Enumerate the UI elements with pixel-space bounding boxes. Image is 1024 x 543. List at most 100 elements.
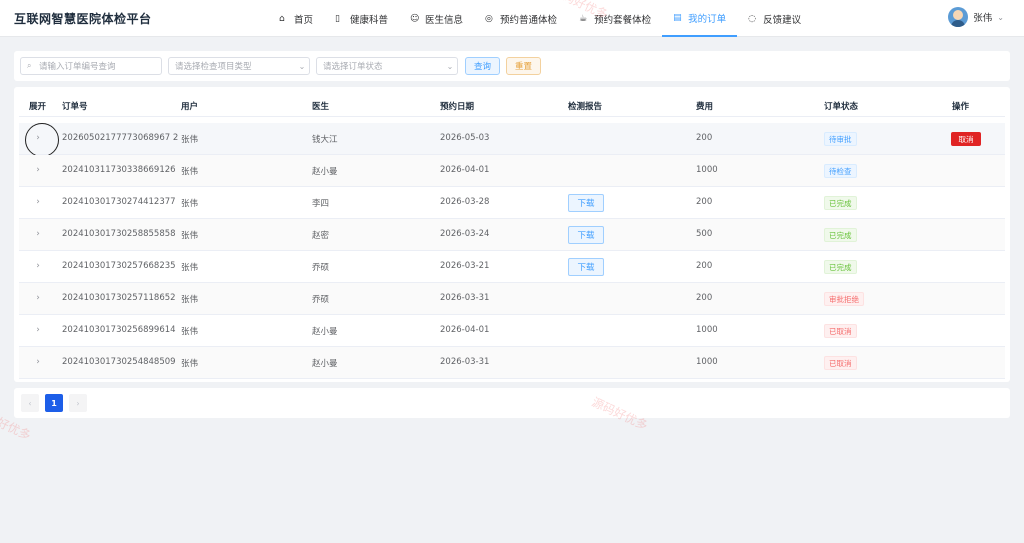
nav-item-6[interactable]: ◌ 反馈建议 bbox=[737, 0, 812, 37]
doctor-cell: 赵密 bbox=[312, 231, 330, 241]
column-header: 检测报告 bbox=[568, 102, 603, 112]
check-circle-icon: ◎ bbox=[485, 13, 493, 24]
doctor-cell: 钱大江 bbox=[312, 135, 338, 145]
reset-button[interactable]: 重置 bbox=[506, 57, 541, 75]
fee-cell: 200 bbox=[696, 293, 713, 303]
user-cell: 张伟 bbox=[181, 327, 199, 337]
column-header: 费用 bbox=[696, 102, 714, 112]
table-row[interactable]: › 202410301730257668235 张伟 乔硕 2026-03-21 200 下… bbox=[19, 251, 1005, 283]
order-cell: 202410301730258855858 bbox=[62, 229, 176, 239]
order-cell: 202410301730257118652 bbox=[62, 293, 176, 303]
status-badge: 待检查 bbox=[824, 164, 857, 178]
nav-item-label: 反馈建议 bbox=[763, 14, 802, 26]
download-report-button[interactable]: 下载 bbox=[568, 258, 604, 276]
user-cell: 张伟 bbox=[181, 167, 199, 177]
search-icon: ⌕ bbox=[27, 61, 32, 70]
nav-item-3[interactable]: ◎ 预约普通体检 bbox=[474, 0, 568, 37]
date-cell: 2026-03-24 bbox=[440, 229, 490, 239]
order-search-input[interactable]: ⌕ 请输入订单编号查询 bbox=[20, 57, 162, 75]
user-cell: 张伟 bbox=[181, 263, 199, 273]
nav-item-label: 健康科普 bbox=[350, 14, 389, 26]
status-badge: 已取消 bbox=[824, 356, 857, 370]
doctor-cell: 赵小曼 bbox=[312, 167, 338, 177]
nav-item-label: 预约套餐体检 bbox=[594, 14, 652, 26]
order-status-select[interactable]: 请选择订单状态 ⌄ bbox=[316, 57, 458, 75]
fee-cell: 1000 bbox=[696, 357, 718, 367]
table-header: 展开 订单号 用户 医生 预约日期 检测报告 费用 订单状态 操作 bbox=[19, 93, 1005, 117]
table-row[interactable]: › 202410301730274412377 张伟 李四 2026-03-28 200 下… bbox=[19, 187, 1005, 219]
prev-page-button[interactable]: ‹ bbox=[21, 394, 39, 412]
nav-item-5[interactable]: ▤ 我的订单 bbox=[662, 0, 738, 37]
page-number-current[interactable]: 1 bbox=[45, 394, 63, 412]
order-cell: 202410301730256899614 bbox=[62, 325, 176, 335]
cursor-highlight-ring bbox=[25, 123, 59, 157]
doctor-cell: 乔硕 bbox=[312, 295, 330, 305]
item-type-select[interactable]: 请选择检查项目类型 ⌄ bbox=[168, 57, 310, 75]
date-cell: 2026-04-01 bbox=[440, 325, 490, 335]
nav-item-0[interactable]: ⌂ 首页 bbox=[268, 0, 324, 37]
user-cell: 张伟 bbox=[181, 135, 199, 145]
nav-item-label: 首页 bbox=[294, 14, 314, 26]
document-icon: ▤ bbox=[673, 12, 682, 23]
table-row[interactable]: › 202410301730254848509 张伟 赵小曼 2026-03-31 100… bbox=[19, 347, 1005, 379]
order-cell: 20260502177773068967 2 bbox=[62, 133, 179, 143]
table-row[interactable]: › 202410301730257118652 张伟 乔硕 2026-03-31 200 审… bbox=[19, 283, 1005, 315]
user-cell: 张伟 bbox=[181, 231, 199, 241]
nav-item-4[interactable]: ☕ 预约套餐体检 bbox=[568, 0, 662, 37]
download-report-button[interactable]: 下载 bbox=[568, 194, 604, 212]
home-icon: ⌂ bbox=[279, 13, 285, 24]
doctor-cell: 李四 bbox=[312, 199, 330, 209]
pagination: ‹ 1 › bbox=[14, 388, 1010, 418]
user-cell: 张伟 bbox=[181, 295, 199, 305]
nav-item-label: 预约普通体检 bbox=[500, 14, 558, 26]
fee-cell: 200 bbox=[696, 133, 713, 143]
download-report-button[interactable]: 下载 bbox=[568, 226, 604, 244]
status-badge: 待审批 bbox=[824, 132, 857, 146]
column-header: 订单号 bbox=[62, 102, 88, 112]
chevron-down-icon: ⌄ bbox=[997, 12, 1004, 22]
avatar bbox=[948, 7, 969, 27]
column-header: 订单状态 bbox=[824, 102, 859, 112]
expand-chevron-icon[interactable]: › bbox=[33, 325, 43, 335]
nav-item-1[interactable]: ▯ 健康科普 bbox=[324, 0, 399, 37]
doctor-cell: 乔硕 bbox=[312, 263, 330, 273]
table-row[interactable]: › 202410301730258855858 张伟 赵密 2026-03-24 500 下… bbox=[19, 219, 1005, 251]
doctor-cell: 赵小曼 bbox=[312, 359, 338, 369]
table-row[interactable]: › 202410311730338669126 张伟 赵小曼 2026-04-01 100… bbox=[19, 155, 1005, 187]
doctor-cell: 赵小曼 bbox=[312, 327, 338, 337]
expand-chevron-icon[interactable]: › bbox=[33, 165, 43, 175]
user-icon: ☺ bbox=[410, 13, 420, 24]
order-cell: 202410301730274412377 bbox=[62, 197, 176, 207]
status-badge: 已完成 bbox=[824, 196, 857, 210]
filter-bar: ⌕ 请输入订单编号查询 请选择检查项目类型 ⌄ 请选择订单状态 ⌄ 查询 重置 bbox=[14, 51, 1010, 81]
user-menu[interactable]: 张伟 ⌄ bbox=[948, 7, 1004, 27]
next-page-button[interactable]: › bbox=[69, 394, 87, 412]
date-cell: 2026-03-31 bbox=[440, 357, 490, 367]
chevron-down-icon: ⌄ bbox=[298, 61, 306, 71]
table-row[interactable]: › 202410301730256899614 张伟 赵小曼 2026-04-01 100… bbox=[19, 315, 1005, 347]
expand-chevron-icon[interactable]: › bbox=[33, 357, 43, 367]
fee-cell: 1000 bbox=[696, 325, 718, 335]
cancel-order-button[interactable]: 取消 bbox=[951, 132, 981, 146]
query-button[interactable]: 查询 bbox=[465, 57, 500, 75]
app-title: 互联网智慧医院体检平台 bbox=[14, 12, 152, 26]
nav-item-2[interactable]: ☺ 医生信息 bbox=[399, 0, 474, 37]
expand-chevron-icon[interactable]: › bbox=[33, 261, 43, 271]
expand-chevron-icon[interactable]: › bbox=[33, 197, 43, 207]
top-navbar: 互联网智慧医院体检平台 ⌂ 首页 ▯ 健康科普 ☺ 医生信息 ◎ 预约普通体检 ☕ 预约套餐体检 ▤… bbox=[0, 0, 1024, 37]
fee-cell: 200 bbox=[696, 197, 713, 207]
expand-chevron-icon[interactable]: › bbox=[33, 293, 43, 303]
status-badge: 已完成 bbox=[824, 228, 857, 242]
date-cell: 2026-04-01 bbox=[440, 165, 490, 175]
expand-chevron-icon[interactable]: › bbox=[33, 229, 43, 239]
date-cell: 2026-03-28 bbox=[440, 197, 490, 207]
nav-item-label: 我的订单 bbox=[688, 13, 727, 25]
column-header: 操作 bbox=[952, 102, 970, 112]
table-row[interactable]: › 20260502177773068967 2 张伟 钱大江 2026-05-03 20… bbox=[19, 123, 1005, 157]
user-cell: 张伟 bbox=[181, 199, 199, 209]
chat-icon: ◌ bbox=[748, 13, 756, 24]
column-header: 展开 bbox=[29, 102, 47, 112]
column-header: 预约日期 bbox=[440, 102, 475, 112]
date-cell: 2026-05-03 bbox=[440, 133, 490, 143]
main-nav: ⌂ 首页 ▯ 健康科普 ☺ 医生信息 ◎ 预约普通体检 ☕ 预约套餐体检 ▤ 我的订单 ◌ 反馈建议 bbox=[268, 0, 812, 37]
